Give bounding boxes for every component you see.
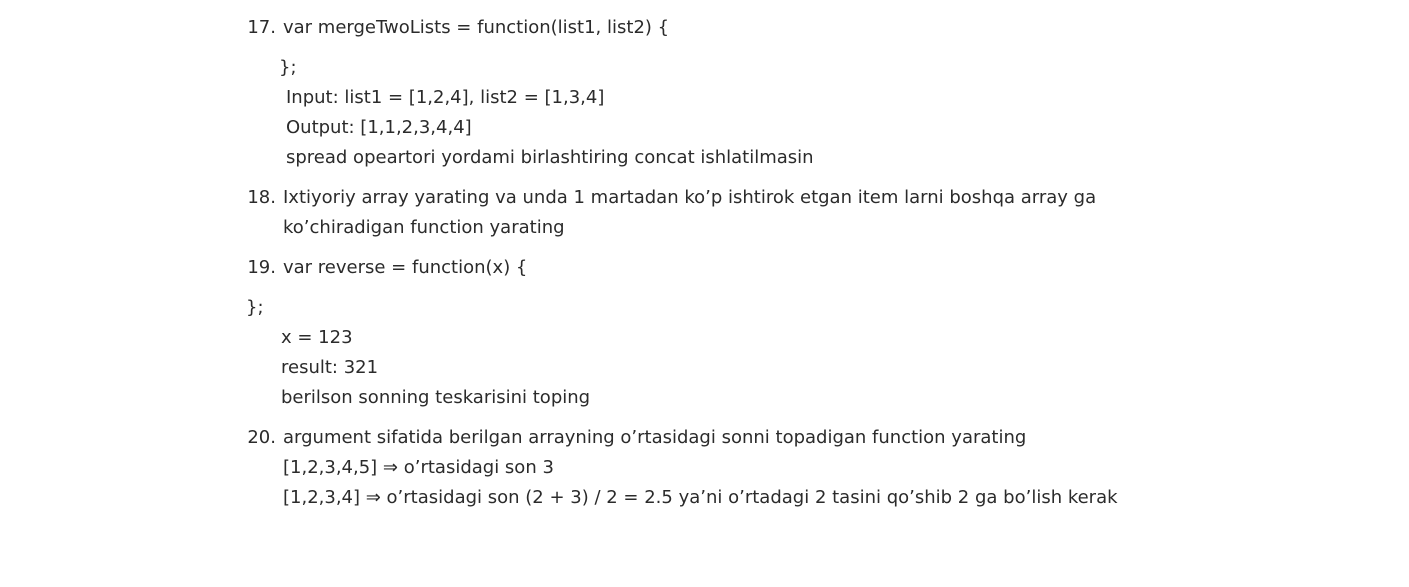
- code-line: var reverse = function(x) {: [283, 257, 528, 278]
- task-note: spread opeartori yordami birlashtiring c…: [286, 147, 814, 168]
- example-output: Output: [1,1,2,3,4,4]: [286, 117, 472, 138]
- task-text: Ixtiyoriy array yarating va unda 1 marta…: [283, 187, 1097, 208]
- code-line: var mergeTwoLists = function(list1, list…: [283, 17, 670, 38]
- document-body: 17. var mergeTwoLists = function(list1, …: [0, 0, 1409, 587]
- example-output: result: 321: [281, 357, 379, 378]
- example-line: [1,2,3,4,5] ⇒ o’rtasidagi son 3: [283, 457, 554, 478]
- task-text: argument sifatida berilgan arrayning o’r…: [283, 427, 1027, 448]
- item-number: 17.: [247, 17, 276, 38]
- task-text: ko’chiradigan function yarating: [283, 217, 565, 238]
- item-number: 19.: [247, 257, 276, 278]
- item-number: 20.: [247, 427, 276, 448]
- code-line: };: [279, 57, 297, 78]
- task-note: berilson sonning teskarisini toping: [281, 387, 591, 408]
- example-input: x = 123: [281, 327, 353, 348]
- example-input: Input: list1 = [1,2,4], list2 = [1,3,4]: [286, 87, 605, 108]
- example-line: [1,2,3,4] ⇒ o’rtasidagi son (2 + 3) / 2 …: [283, 487, 1118, 508]
- code-line: };: [246, 297, 264, 318]
- item-number: 18.: [247, 187, 276, 208]
